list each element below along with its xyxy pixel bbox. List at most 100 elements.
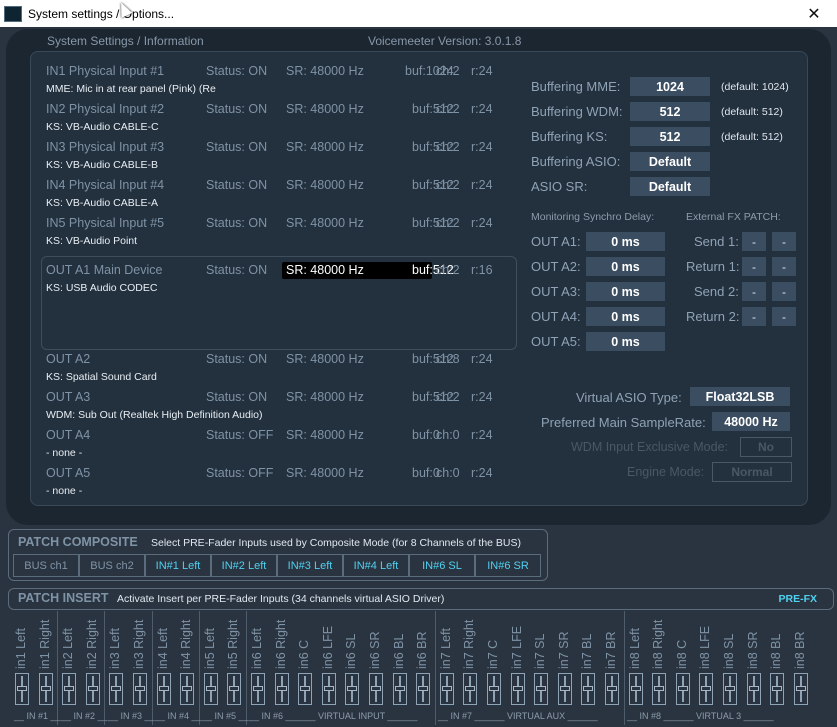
insert-channel-label: in7 C — [486, 639, 500, 669]
insert-toggle[interactable] — [510, 673, 525, 705]
buffering-value[interactable]: 512 — [630, 102, 710, 121]
device-channels: ch:2 — [436, 140, 460, 154]
device-channels: ch:0 — [436, 428, 460, 442]
patch-composite-description: Select PRE-Fader Inputs used by Composit… — [151, 537, 522, 549]
group-separator — [57, 611, 59, 725]
device-driver[interactable]: - none - — [46, 447, 82, 459]
device-driver[interactable]: MME: Mic in at rear panel (Pink) (Re — [46, 83, 216, 95]
buffering-label: Buffering KS: — [531, 129, 608, 144]
insert-toggle[interactable] — [605, 673, 619, 705]
device-driver[interactable]: KS: Spatial Sound Card — [46, 371, 157, 383]
monitoring-delay-value[interactable]: 0 ms — [586, 257, 665, 276]
insert-toggle[interactable] — [180, 673, 195, 705]
device-samplerate: SR: 48000 Hz — [286, 216, 364, 230]
insert-toggle[interactable] — [723, 673, 737, 705]
engine-mode-value[interactable]: Normal — [712, 462, 792, 482]
buffering-value[interactable]: Default — [630, 177, 710, 196]
monitoring-header: Monitoring Synchro Delay: — [531, 211, 655, 223]
insert-channel-label: in6 Left — [250, 627, 264, 669]
composite-button[interactable]: IN#6 SL — [409, 554, 475, 577]
fx-button-b[interactable]: - — [772, 257, 796, 276]
insert-toggle[interactable] — [392, 673, 407, 705]
insert-toggle[interactable] — [581, 673, 596, 705]
insert-channel-label: in7 LFE — [509, 625, 524, 669]
insert-toggle[interactable] — [345, 673, 360, 705]
monitoring-delay-value[interactable]: 0 ms — [586, 332, 665, 351]
fx-button-a[interactable]: - — [742, 232, 766, 251]
composite-button[interactable]: IN#3 Left — [277, 554, 343, 577]
insert-channel: in6 SL — [341, 611, 364, 725]
insert-channel: in1 Left — [11, 611, 34, 725]
composite-button[interactable]: IN#4 Left — [343, 554, 409, 577]
insert-toggle[interactable] — [251, 673, 265, 705]
insert-toggle[interactable] — [274, 673, 289, 705]
fx-button-b[interactable]: - — [772, 282, 796, 301]
insert-channel-label: in2 Left — [61, 627, 76, 669]
buffering-value[interactable]: 1024 — [630, 77, 710, 96]
insert-toggle[interactable] — [487, 673, 501, 705]
insert-toggle[interactable] — [534, 673, 549, 705]
insert-toggle[interactable] — [321, 673, 336, 705]
insert-toggle[interactable] — [746, 673, 761, 705]
composite-button[interactable]: IN#1 Left — [145, 554, 211, 577]
composite-button[interactable]: IN#2 Left — [211, 554, 277, 577]
buffering-label: Buffering WDM: — [531, 104, 623, 119]
insert-toggle[interactable] — [298, 673, 313, 705]
insert-toggle[interactable] — [369, 673, 383, 705]
insert-toggle[interactable] — [15, 673, 29, 705]
virtual-asio-value[interactable]: Float32LSB — [690, 387, 790, 406]
insert-toggle[interactable] — [156, 673, 171, 705]
composite-button[interactable]: IN#6 SR — [475, 554, 541, 577]
fx-button-a[interactable]: - — [742, 307, 766, 326]
device-driver[interactable]: KS: VB-Audio CABLE-B — [46, 159, 158, 171]
insert-toggle[interactable] — [85, 673, 100, 705]
insert-group-label: __ IN #5 __ — [202, 711, 249, 721]
fx-button-b[interactable]: - — [772, 232, 796, 251]
composite-button[interactable]: BUS ch1 — [13, 554, 79, 577]
insert-channel-label: in8 C — [674, 639, 689, 669]
insert-toggle[interactable] — [652, 673, 667, 705]
insert-toggle[interactable] — [675, 673, 690, 705]
device-samplerate: SR: 48000 Hz — [286, 64, 364, 78]
insert-toggle[interactable] — [628, 673, 643, 705]
buffering-value[interactable]: Default — [630, 152, 710, 171]
insert-toggle[interactable] — [463, 673, 478, 705]
fx-button-a[interactable]: - — [742, 257, 766, 276]
device-driver[interactable]: KS: VB-Audio Point — [46, 235, 137, 247]
insert-toggle[interactable] — [770, 673, 785, 705]
insert-toggle[interactable] — [227, 673, 242, 705]
device-driver[interactable]: KS: VB-Audio CABLE-C — [46, 121, 159, 133]
device-driver[interactable]: KS: USB Audio CODEC — [46, 282, 157, 294]
insert-toggle[interactable] — [109, 673, 124, 705]
device-driver[interactable]: - none - — [46, 485, 82, 497]
device-driver[interactable]: WDM: Sub Out (Realtek High Definition Au… — [46, 409, 263, 421]
device-driver[interactable]: KS: VB-Audio CABLE-A — [46, 197, 158, 209]
insert-channel-label: in3 Right — [132, 619, 146, 669]
insert-channel-label: in7 BL — [580, 633, 595, 669]
insert-channel-label: in6 SR — [368, 631, 382, 669]
insert-toggle[interactable] — [557, 673, 572, 705]
insert-toggle[interactable] — [416, 673, 431, 705]
insert-toggle[interactable] — [439, 673, 454, 705]
monitoring-delay-value[interactable]: 0 ms — [586, 282, 665, 301]
device-status: Status: ON — [206, 178, 268, 192]
fx-button-b[interactable]: - — [772, 307, 796, 326]
composite-button[interactable]: BUS ch2 — [79, 554, 145, 577]
wdm-exclusive-value[interactable]: No — [740, 437, 792, 457]
insert-toggle[interactable] — [133, 673, 147, 705]
monitoring-delay-value[interactable]: 0 ms — [586, 232, 665, 251]
close-button[interactable]: ✕ — [791, 0, 837, 27]
monitoring-delay-value[interactable]: 0 ms — [586, 307, 665, 326]
insert-toggle[interactable] — [793, 673, 808, 705]
insert-toggle[interactable] — [203, 673, 218, 705]
insert-channel-label: in6 LFE — [320, 625, 335, 669]
monitoring-label: OUT A2: — [531, 259, 581, 274]
insert-toggle[interactable] — [38, 673, 53, 705]
insert-toggle[interactable] — [699, 673, 714, 705]
fx-button-a[interactable]: - — [742, 282, 766, 301]
samplerate-value[interactable]: 48000 Hz — [712, 412, 790, 431]
device-resolution: r:24 — [471, 352, 493, 366]
buffering-value[interactable]: 512 — [630, 127, 710, 146]
device-samplerate: SR: 48000 Hz — [286, 102, 364, 116]
insert-toggle[interactable] — [62, 673, 77, 705]
